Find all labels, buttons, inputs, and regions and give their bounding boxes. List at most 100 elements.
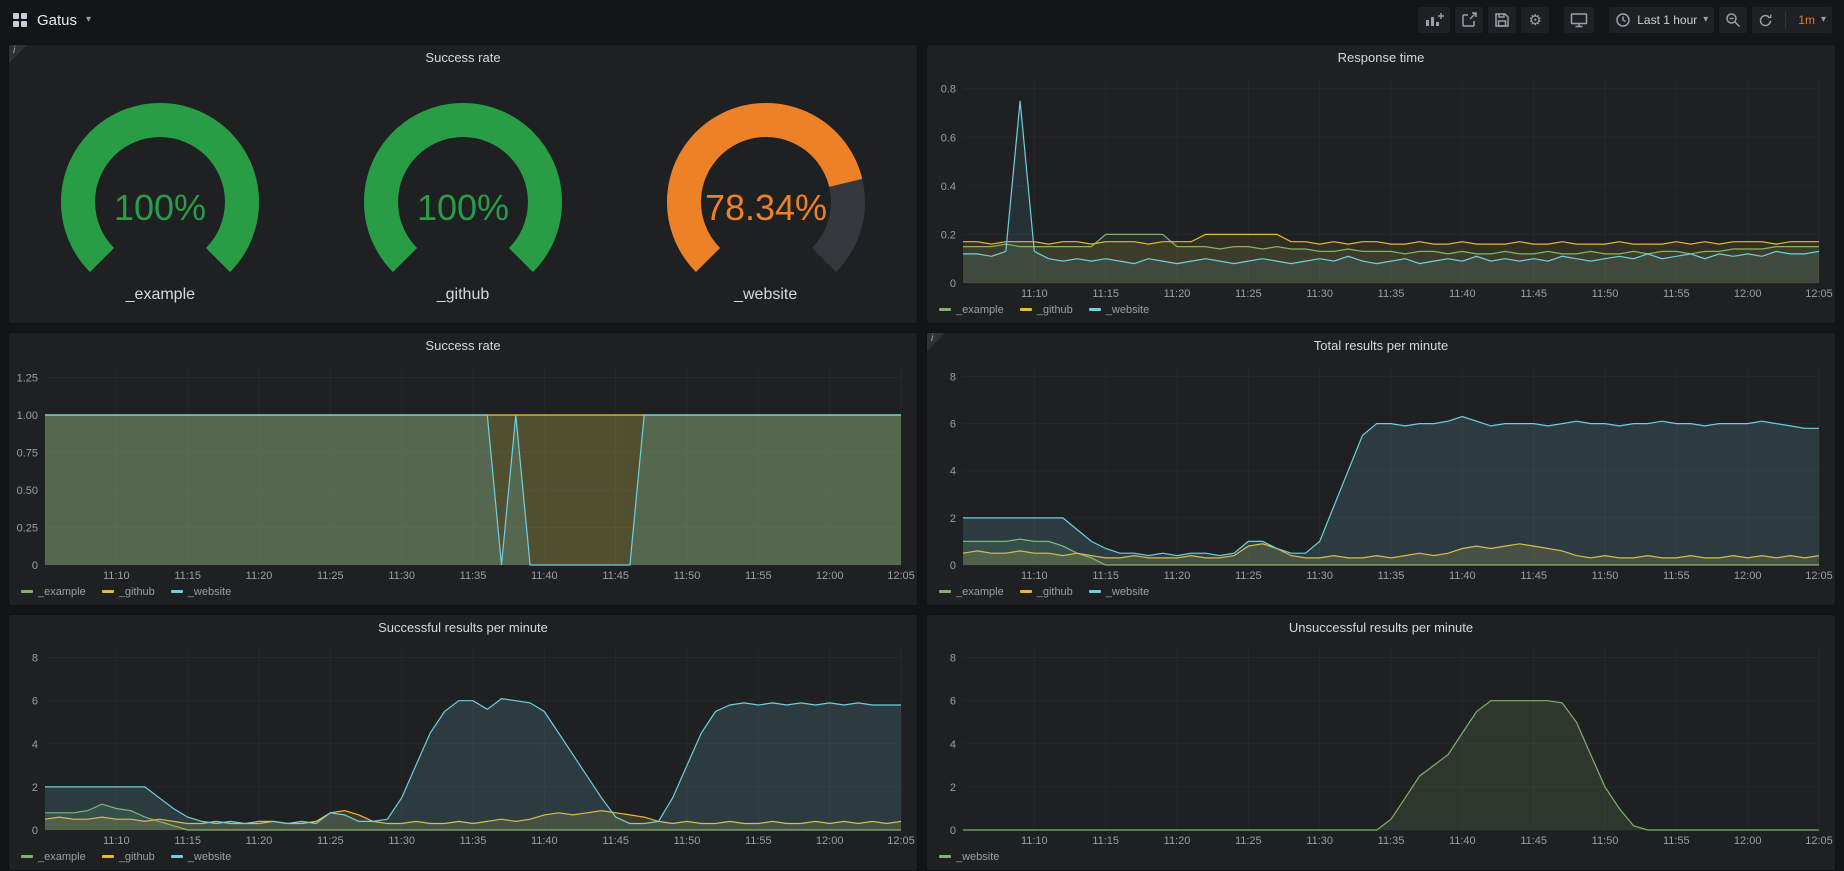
svg-text:11:40: 11:40 bbox=[1449, 835, 1476, 847]
gear-icon: ⚙ bbox=[1528, 13, 1541, 28]
legend-swatch-icon bbox=[21, 590, 33, 593]
chart-success-rate[interactable]: 00.250.500.751.001.2511:1011:1511:2011:2… bbox=[9, 359, 917, 583]
svg-text:11:50: 11:50 bbox=[1592, 288, 1619, 300]
svg-text:11:10: 11:10 bbox=[103, 570, 130, 582]
svg-text:6: 6 bbox=[950, 419, 956, 431]
chart-total-results[interactable]: 0246811:1011:1511:2011:2511:3011:3511:40… bbox=[927, 359, 1835, 583]
gauge-_example: 100%_example bbox=[9, 90, 312, 304]
svg-text:11:20: 11:20 bbox=[1164, 288, 1191, 300]
svg-text:11:40: 11:40 bbox=[1449, 570, 1476, 582]
add-panel-icon bbox=[1424, 12, 1444, 28]
svg-text:0.25: 0.25 bbox=[17, 523, 38, 535]
svg-text:11:25: 11:25 bbox=[317, 570, 344, 582]
legend-item-_website[interactable]: _website bbox=[171, 586, 231, 598]
refresh-caret-icon: ▾ bbox=[1821, 15, 1826, 25]
svg-text:11:50: 11:50 bbox=[1592, 570, 1619, 582]
panel-title[interactable]: Total results per minute bbox=[927, 333, 1835, 359]
svg-text:8: 8 bbox=[950, 653, 956, 665]
button-divider bbox=[1785, 12, 1786, 28]
svg-text:12:05: 12:05 bbox=[1805, 570, 1833, 582]
chart-unsuccessful-results[interactable]: 0246811:1011:1511:2011:2511:3011:3511:40… bbox=[927, 641, 1835, 848]
legend-item-_example[interactable]: _example bbox=[939, 304, 1004, 316]
legend-item-_github[interactable]: _github bbox=[1020, 586, 1073, 598]
panel-title[interactable]: Success rate bbox=[9, 45, 917, 71]
panel-title[interactable]: Success rate bbox=[9, 333, 917, 359]
svg-text:0.6: 0.6 bbox=[941, 132, 956, 144]
legend: _example _github _website bbox=[9, 848, 917, 870]
zoom-out-button[interactable] bbox=[1719, 7, 1747, 33]
svg-text:11:30: 11:30 bbox=[388, 835, 415, 847]
legend-swatch-icon bbox=[1020, 590, 1032, 593]
svg-text:11:35: 11:35 bbox=[1378, 570, 1405, 582]
svg-text:11:55: 11:55 bbox=[1663, 835, 1690, 847]
refresh-interval-label: 1m bbox=[1798, 13, 1815, 27]
svg-text:0: 0 bbox=[950, 278, 956, 290]
legend-item-_example[interactable]: _example bbox=[21, 586, 86, 598]
legend-item-_example[interactable]: _example bbox=[21, 851, 86, 863]
apps-grid-icon[interactable] bbox=[12, 12, 28, 28]
svg-text:11:45: 11:45 bbox=[1520, 570, 1547, 582]
panel-total-results: i Total results per minute 0246811:1011:… bbox=[926, 332, 1836, 606]
gauge-value: 78.34% bbox=[705, 187, 827, 228]
save-dashboard-button[interactable] bbox=[1488, 7, 1516, 33]
svg-text:0: 0 bbox=[950, 825, 956, 837]
svg-text:11:30: 11:30 bbox=[1306, 835, 1333, 847]
svg-text:12:00: 12:00 bbox=[816, 835, 844, 847]
svg-text:11:45: 11:45 bbox=[602, 835, 629, 847]
panel-title[interactable]: Response time bbox=[927, 45, 1835, 71]
svg-text:2: 2 bbox=[32, 782, 38, 794]
legend-label: _github bbox=[1037, 586, 1073, 598]
info-icon: i bbox=[13, 45, 15, 56]
dashboard-dropdown-caret-icon[interactable]: ▾ bbox=[86, 15, 91, 25]
svg-text:11:35: 11:35 bbox=[1378, 835, 1405, 847]
svg-text:0.75: 0.75 bbox=[17, 448, 38, 460]
dashboard-title[interactable]: Gatus bbox=[37, 12, 77, 29]
svg-text:11:20: 11:20 bbox=[1164, 835, 1191, 847]
panel-info-corner[interactable]: i bbox=[927, 333, 945, 351]
save-icon bbox=[1494, 12, 1510, 28]
legend: _example _github _website bbox=[927, 301, 1835, 323]
svg-text:11:55: 11:55 bbox=[1663, 288, 1690, 300]
share-dashboard-button[interactable] bbox=[1455, 7, 1483, 33]
legend-item-_github[interactable]: _github bbox=[102, 586, 155, 598]
legend-item-_website[interactable]: _website bbox=[1089, 586, 1149, 598]
add-panel-button[interactable] bbox=[1418, 7, 1450, 33]
svg-text:11:55: 11:55 bbox=[745, 835, 772, 847]
svg-text:2: 2 bbox=[950, 513, 956, 525]
svg-text:11:10: 11:10 bbox=[1021, 288, 1048, 300]
legend: _website bbox=[927, 848, 1835, 870]
svg-text:0.2: 0.2 bbox=[941, 229, 956, 241]
svg-text:0: 0 bbox=[32, 560, 38, 572]
clock-icon bbox=[1615, 12, 1631, 28]
legend-item-_website[interactable]: _website bbox=[939, 851, 999, 863]
legend-swatch-icon bbox=[1089, 590, 1101, 593]
legend-swatch-icon bbox=[171, 590, 183, 593]
legend-item-_github[interactable]: _github bbox=[1020, 304, 1073, 316]
time-range-picker-button[interactable]: Last 1 hour ▾ bbox=[1609, 7, 1714, 33]
svg-text:6: 6 bbox=[950, 696, 956, 708]
legend-item-_github[interactable]: _github bbox=[102, 851, 155, 863]
legend-item-_example[interactable]: _example bbox=[939, 586, 1004, 598]
panel-success-rate-gauges: i Success rate 100%_example100%_github78… bbox=[8, 44, 918, 324]
chart-successful-results[interactable]: 0246811:1011:1511:2011:2511:3011:3511:40… bbox=[9, 641, 917, 848]
svg-text:11:25: 11:25 bbox=[1235, 288, 1262, 300]
chart-response-time[interactable]: 00.20.40.60.811:1011:1511:2011:2511:3011… bbox=[927, 71, 1835, 301]
svg-text:11:45: 11:45 bbox=[1520, 288, 1547, 300]
gauge-value: 100% bbox=[417, 187, 509, 228]
svg-text:11:10: 11:10 bbox=[1021, 835, 1048, 847]
panel-title[interactable]: Unsuccessful results per minute bbox=[927, 615, 1835, 641]
gauge-chart-success-rate: 100%_example100%_github78.34%_website bbox=[9, 71, 917, 323]
svg-text:0: 0 bbox=[32, 825, 38, 837]
svg-text:12:05: 12:05 bbox=[887, 570, 915, 582]
dashboard-settings-button[interactable]: ⚙ bbox=[1521, 7, 1549, 33]
svg-text:4: 4 bbox=[950, 739, 956, 751]
svg-text:4: 4 bbox=[32, 739, 38, 751]
panel-info-corner[interactable]: i bbox=[9, 45, 27, 63]
svg-text:11:35: 11:35 bbox=[1378, 288, 1405, 300]
legend-item-_website[interactable]: _website bbox=[1089, 304, 1149, 316]
cycle-view-mode-button[interactable] bbox=[1564, 7, 1594, 33]
svg-text:12:05: 12:05 bbox=[887, 835, 915, 847]
legend-item-_website[interactable]: _website bbox=[171, 851, 231, 863]
panel-title[interactable]: Successful results per minute bbox=[9, 615, 917, 641]
refresh-picker-button[interactable]: 1m ▾ bbox=[1752, 7, 1832, 33]
